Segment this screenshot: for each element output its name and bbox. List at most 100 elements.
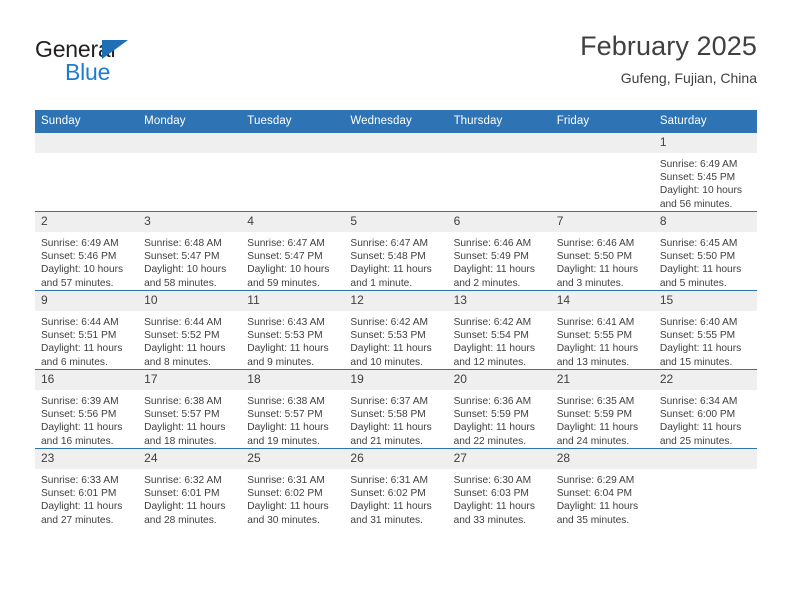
daylight-text-line2: and 28 minutes. <box>144 514 217 526</box>
sunrise-text: Sunrise: 6:39 AM <box>41 396 119 407</box>
calendar-day-cell[interactable]: 24 Sunrise: 6:32 AM Sunset: 6:01 PM Dayligh… <box>138 448 242 527</box>
day-details: Sunrise: 6:44 AM Sunset: 5:52 PM Daylight:… <box>138 311 241 369</box>
daylight-text-line1: Daylight: 11 hours <box>453 422 535 434</box>
calendar-day-cell[interactable]: 21 Sunrise: 6:35 AM Sunset: 5:59 PM Dayligh… <box>550 369 654 449</box>
general-blue-logo[interactable]: General Blue <box>35 30 155 86</box>
daylight-text-line2: and 13 minutes. <box>556 356 630 368</box>
day-details <box>138 153 241 158</box>
calendar-day-cell[interactable]: 19 Sunrise: 6:37 AM Sunset: 5:58 PM Dayligh… <box>344 369 448 449</box>
sunrise-text: Sunrise: 6:34 AM <box>659 396 738 407</box>
day-number: 22 <box>653 370 757 390</box>
calendar-day-cell[interactable]: 18 Sunrise: 6:38 AM Sunset: 5:57 PM Dayligh… <box>241 369 345 449</box>
day-number: 24 <box>138 449 242 469</box>
sunset-text: Sunset: 5:48 PM <box>350 251 426 263</box>
calendar-day-cell[interactable]: 25 Sunrise: 6:31 AM Sunset: 6:02 PM Dayligh… <box>241 448 345 527</box>
sunrise-text: Sunrise: 6:43 AM <box>247 317 325 328</box>
calendar-day-cell[interactable]: 28 Sunrise: 6:29 AM Sunset: 6:04 PM Dayligh… <box>550 448 654 527</box>
daylight-text-line1: Daylight: 11 hours <box>453 343 535 355</box>
daylight-text-line2: and 57 minutes. <box>41 277 114 289</box>
calendar-day-cell[interactable]: 26 Sunrise: 6:31 AM Sunset: 6:02 PM Dayligh… <box>344 448 448 527</box>
daylight-text-line2: and 15 minutes. <box>659 356 733 368</box>
daylight-text-line2: and 58 minutes. <box>144 277 217 289</box>
calendar-day-cell-empty <box>447 132 551 212</box>
day-number: 28 <box>550 449 654 469</box>
day-number: 20 <box>447 370 551 390</box>
calendar-day-cell[interactable]: 23 Sunrise: 6:33 AM Sunset: 6:01 PM Dayligh… <box>35 448 139 527</box>
day-details: Sunrise: 6:38 AM Sunset: 5:57 PM Daylight:… <box>138 390 241 448</box>
sunrise-text: Sunrise: 6:48 AM <box>144 238 222 249</box>
daylight-text-line1: Daylight: 11 hours <box>556 422 639 434</box>
day-number: 19 <box>344 370 448 390</box>
sunset-text: Sunset: 5:56 PM <box>41 409 117 421</box>
day-details: Sunrise: 6:42 AM Sunset: 5:53 PM Daylight:… <box>344 311 447 369</box>
sunset-text: Sunset: 6:02 PM <box>247 488 323 500</box>
day-number: 18 <box>241 370 345 390</box>
calendar-day-cell[interactable]: 22 Sunrise: 6:34 AM Sunset: 6:00 PM Dayligh… <box>653 369 757 449</box>
calendar-day-cell[interactable]: 4 Sunrise: 6:47 AM Sunset: 5:47 PM Daylight… <box>241 211 345 291</box>
calendar-day-cell[interactable]: 2 Sunrise: 6:49 AM Sunset: 5:46 PM Daylight… <box>35 211 139 291</box>
daylight-text-line2: and 21 minutes. <box>350 435 423 447</box>
daylight-text-line2: and 24 minutes. <box>556 435 630 447</box>
daylight-text-line1: Daylight: 11 hours <box>41 501 123 513</box>
day-number <box>550 133 654 153</box>
sunset-text: Sunset: 5:45 PM <box>659 172 736 184</box>
sunrise-text: Sunrise: 6:49 AM <box>659 159 738 170</box>
sunrise-text: Sunrise: 6:31 AM <box>247 475 325 486</box>
calendar-day-cell[interactable]: 5 Sunrise: 6:47 AM Sunset: 5:48 PM Daylight… <box>344 211 448 291</box>
calendar-day-cell[interactable]: 13 Sunrise: 6:42 AM Sunset: 5:54 PM Dayligh… <box>447 290 551 370</box>
day-number <box>35 133 139 153</box>
calendar-day-cell-empty <box>138 132 242 212</box>
day-number: 7 <box>550 212 654 232</box>
daylight-text-line2: and 33 minutes. <box>453 514 527 526</box>
calendar-week-row: 16 Sunrise: 6:39 AM Sunset: 5:56 PM Dayligh… <box>35 369 757 449</box>
calendar-day-cell[interactable]: 27 Sunrise: 6:30 AM Sunset: 6:03 PM Dayligh… <box>447 448 551 527</box>
calendar-day-cell[interactable]: 1 Sunrise: 6:49 AM Sunset: 5:45 PM Daylight… <box>653 132 757 212</box>
day-details: Sunrise: 6:36 AM Sunset: 5:59 PM Daylight:… <box>448 390 551 448</box>
calendar-day-cell[interactable]: 3 Sunrise: 6:48 AM Sunset: 5:47 PM Daylight… <box>138 211 242 291</box>
day-details <box>35 153 138 158</box>
day-details: Sunrise: 6:46 AM Sunset: 5:49 PM Daylight:… <box>448 232 551 290</box>
calendar-day-cell[interactable]: 14 Sunrise: 6:41 AM Sunset: 5:55 PM Dayligh… <box>550 290 654 370</box>
calendar-day-cell[interactable]: 9 Sunrise: 6:44 AM Sunset: 5:51 PM Daylight… <box>35 290 139 370</box>
sunrise-text: Sunrise: 6:33 AM <box>41 475 119 486</box>
sunrise-text: Sunrise: 6:41 AM <box>556 317 635 328</box>
daylight-text-line2: and 5 minutes. <box>659 277 727 289</box>
weekday-header-sunday: Sunday <box>35 110 139 133</box>
daylight-text-line1: Daylight: 10 hours <box>659 185 742 197</box>
calendar-day-cell[interactable]: 11 Sunrise: 6:43 AM Sunset: 5:53 PM Dayligh… <box>241 290 345 370</box>
sunset-text: Sunset: 5:49 PM <box>453 251 529 263</box>
day-number: 23 <box>35 449 139 469</box>
calendar-day-cell[interactable]: 17 Sunrise: 6:38 AM Sunset: 5:57 PM Dayligh… <box>138 369 242 449</box>
daylight-text-line2: and 2 minutes. <box>453 277 521 289</box>
daylight-text-line1: Daylight: 11 hours <box>247 501 329 513</box>
daylight-text-line1: Daylight: 11 hours <box>41 343 123 355</box>
calendar-day-cell[interactable]: 15 Sunrise: 6:40 AM Sunset: 5:55 PM Dayligh… <box>653 290 757 370</box>
daylight-text-line2: and 19 minutes. <box>247 435 320 447</box>
calendar-day-cell-empty <box>241 132 345 212</box>
calendar-day-cell[interactable]: 8 Sunrise: 6:45 AM Sunset: 5:50 PM Daylight… <box>653 211 757 291</box>
sunrise-text: Sunrise: 6:36 AM <box>453 396 532 407</box>
day-number <box>241 133 345 153</box>
day-number: 5 <box>344 212 448 232</box>
page-title: February 2025 <box>580 31 757 61</box>
calendar-day-cell[interactable]: 6 Sunrise: 6:46 AM Sunset: 5:49 PM Daylight… <box>447 211 551 291</box>
day-details: Sunrise: 6:47 AM Sunset: 5:48 PM Daylight:… <box>344 232 447 290</box>
daylight-text-line2: and 3 minutes. <box>556 277 624 289</box>
sunset-text: Sunset: 5:46 PM <box>41 251 117 263</box>
calendar-day-cell[interactable]: 7 Sunrise: 6:46 AM Sunset: 5:50 PM Daylight… <box>550 211 654 291</box>
calendar-table: Sunday Monday Tuesday Wednesday Thursday… <box>35 110 757 527</box>
weekday-header-saturday: Saturday <box>653 110 757 133</box>
day-details: Sunrise: 6:31 AM Sunset: 6:02 PM Daylight:… <box>344 469 447 527</box>
calendar-day-cell[interactable]: 20 Sunrise: 6:36 AM Sunset: 5:59 PM Dayligh… <box>447 369 551 449</box>
daylight-text-line2: and 16 minutes. <box>41 435 114 447</box>
day-number: 12 <box>344 291 448 311</box>
daylight-text-line1: Daylight: 11 hours <box>350 422 432 434</box>
day-number: 1 <box>653 133 757 153</box>
sunrise-text: Sunrise: 6:32 AM <box>144 475 222 486</box>
calendar-day-cell[interactable]: 16 Sunrise: 6:39 AM Sunset: 5:56 PM Dayligh… <box>35 369 139 449</box>
calendar-day-cell[interactable]: 12 Sunrise: 6:42 AM Sunset: 5:53 PM Dayligh… <box>344 290 448 370</box>
day-details: Sunrise: 6:43 AM Sunset: 5:53 PM Daylight:… <box>241 311 344 369</box>
calendar-day-cell[interactable]: 10 Sunrise: 6:44 AM Sunset: 5:52 PM Dayligh… <box>138 290 242 370</box>
page-header: General Blue February 2025 Gufeng, Fujia… <box>35 0 757 100</box>
calendar-header-row: Sunday Monday Tuesday Wednesday Thursday… <box>35 110 757 133</box>
